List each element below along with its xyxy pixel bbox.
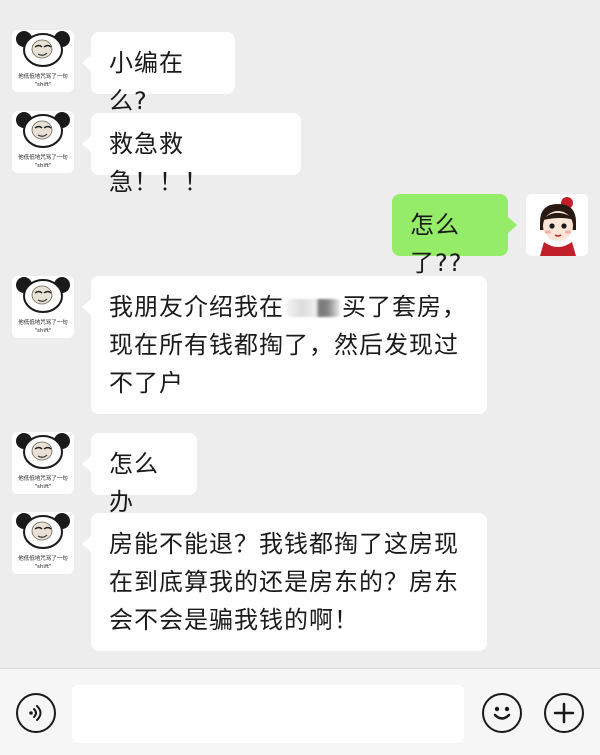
message-text: 房能不能退？我钱都掏了这房现在到底算我的还是房东的？房东会不会是骗我钱的啊！ — [109, 530, 459, 634]
message-text: 怎么了?? — [410, 211, 463, 277]
smile-icon — [493, 706, 511, 720]
message-text: 怎么办 — [109, 450, 159, 516]
redacted-blur — [286, 299, 340, 317]
message-bubble[interactable]: 房能不能退？我钱都掏了这房现在到底算我的还是房东的？房东会不会是骗我钱的啊！ — [82, 513, 487, 651]
svg-text:他低低地咒骂了一句: 他低低地咒骂了一句 — [18, 153, 68, 161]
svg-text:他低低地咒骂了一句: 他低低地咒骂了一句 — [18, 554, 68, 562]
panda-face-icon: 他低低地咒骂了一句 "shift" — [12, 30, 74, 92]
emoji-button[interactable] — [482, 693, 522, 733]
friend-avatar[interactable]: 他低低地咒骂了一句 "shift" — [12, 111, 74, 173]
svg-text:"shift": "shift" — [35, 484, 52, 490]
panda-face-icon: 他低低地咒骂了一句 "shift" — [12, 111, 74, 173]
panda-face-icon: 他低低地咒骂了一句 "shift" — [12, 276, 74, 338]
message-text: 小编在么? — [109, 49, 184, 115]
plus-icon — [553, 702, 575, 724]
svg-text:他低低地咒骂了一句: 他低低地咒骂了一句 — [18, 72, 68, 80]
input-bar — [0, 668, 600, 755]
message-text-part: 我朋友介绍我在 — [109, 293, 284, 321]
svg-text:"shift": "shift" — [35, 564, 52, 570]
message-bubble[interactable]: 我朋友介绍我在 买了套房，现在所有钱都掏了，然后发现过不了户 — [82, 276, 487, 414]
svg-text:"shift": "shift" — [35, 82, 52, 88]
cartoon-girl-icon — [526, 194, 588, 256]
svg-text:他低低地咒骂了一句: 他低低地咒骂了一句 — [18, 474, 68, 482]
voice-icon — [29, 705, 42, 721]
message-bubble-self[interactable]: 怎么了?? — [392, 194, 517, 277]
panda-face-icon: 他低低地咒骂了一句 "shift" — [12, 432, 74, 494]
panda-face-icon: 他低低地咒骂了一句 "shift" — [12, 512, 74, 574]
message-bubble[interactable]: 怎么办 — [82, 433, 197, 516]
my-avatar[interactable] — [526, 194, 588, 256]
message-text: 救急救急！！！ — [109, 130, 209, 196]
friend-avatar[interactable]: 他低低地咒骂了一句 "shift" — [12, 432, 74, 494]
svg-text:他低低地咒骂了一句: 他低低地咒骂了一句 — [18, 318, 68, 326]
svg-text:"shift": "shift" — [35, 163, 52, 169]
svg-text:"shift": "shift" — [35, 328, 52, 334]
message-bubble[interactable]: 救急救急！！！ — [82, 113, 301, 196]
chat-screen: 他低低地咒骂了一句 "shift" 小编在么? 他低低地咒骂了一句 "shift… — [0, 0, 600, 755]
message-list[interactable]: 他低低地咒骂了一句 "shift" 小编在么? 他低低地咒骂了一句 "shift… — [0, 0, 600, 668]
friend-avatar[interactable]: 他低低地咒骂了一句 "shift" — [12, 276, 74, 338]
message-input[interactable] — [72, 685, 464, 743]
add-button[interactable] — [544, 693, 584, 733]
voice-button[interactable] — [16, 693, 56, 733]
friend-avatar[interactable]: 他低低地咒骂了一句 "shift" — [12, 30, 74, 92]
friend-avatar[interactable]: 他低低地咒骂了一句 "shift" — [12, 512, 74, 574]
message-bubble[interactable]: 小编在么? — [82, 32, 235, 115]
